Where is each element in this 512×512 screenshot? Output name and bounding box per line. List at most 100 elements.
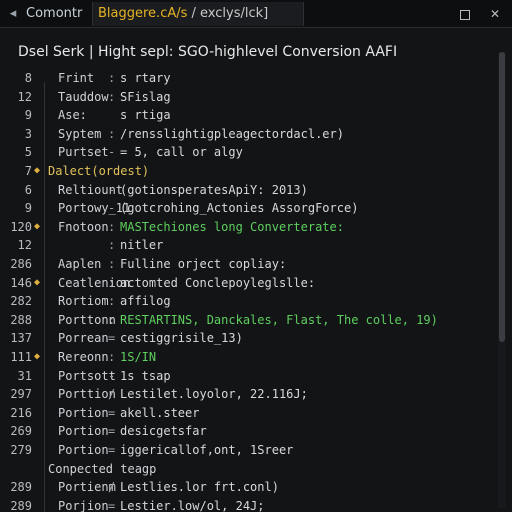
line-value: Lestilet.loyolor, 22.116J; [120, 387, 308, 402]
back-arrow-icon[interactable]: ◂ [4, 5, 22, 23]
line-number: 297 [10, 387, 32, 402]
line-value: affilog [120, 294, 171, 309]
code-line[interactable]: 297 Porttion / Lestilet.loyolor, 22.116J; [0, 384, 494, 404]
tab-label[interactable]: Comontr [26, 5, 82, 23]
line-value: cestiggrisile_13) [120, 331, 243, 346]
line-separator: : [108, 294, 116, 309]
code-editor[interactable]: 8 Frint: s rtary 12 Tauddow: SFislag 9 Ase: s rt… [0, 68, 494, 512]
line-separator: = [108, 424, 116, 439]
line-separator: / [108, 387, 116, 402]
line-number: 7 [24, 164, 32, 178]
line-separator: : [108, 219, 116, 234]
code-line[interactable]: 9 Portowy_11- (gotcrohing_Actonies AssorgF… [0, 198, 494, 218]
line-value: (gotcrohing_Actonies AssorgForce) [120, 201, 359, 216]
code-line[interactable]: 289 Portienm / Lestlies.lor frt.conl) [0, 477, 494, 497]
code-line[interactable]: 288 Porttonn: RESTARTINS, Danckales, Flast… [0, 310, 494, 330]
breadcrumb-rest[interactable]: / exclys/lck] [187, 6, 269, 21]
line-key: Rortiom [58, 294, 109, 309]
line-number: 111 [10, 350, 32, 364]
line-separator: = [108, 498, 116, 512]
line-separator: - [108, 368, 116, 383]
scrollbar-thumb[interactable] [499, 52, 505, 342]
line-value: s rtiga [120, 108, 171, 123]
line-number: 3 [24, 126, 32, 141]
fold-marker-icon[interactable]: ◆ [34, 161, 40, 181]
line-key: Portion [58, 443, 109, 457]
code-line[interactable]: 12 Tauddow: SFislag [0, 87, 494, 107]
maximize-icon[interactable] [456, 5, 474, 23]
line-number: 5 [24, 145, 32, 160]
code-line[interactable]: 282 Rortiom: affilog [0, 291, 494, 311]
line-number: 12 [17, 89, 32, 104]
line-key: Rereonn [58, 350, 109, 364]
line-separator: : [108, 257, 116, 271]
line-number: 282 [10, 294, 32, 309]
line-key: Conpected teagp [48, 461, 157, 476]
line-number: 279 [10, 443, 32, 457]
fold-marker-icon[interactable]: ◆ [34, 273, 40, 293]
line-separator: - [108, 201, 116, 216]
line-key: Fnotoon [58, 219, 109, 234]
code-line[interactable]: 5 Purtset - = 5, call or algy [0, 142, 494, 162]
vertical-scrollbar[interactable] [498, 52, 506, 508]
line-separator: = [108, 443, 116, 457]
line-value: akell.steer [120, 405, 200, 420]
line-number: 137 [10, 331, 32, 346]
line-value: nitler [120, 238, 164, 253]
code-line[interactable]: 137 Porrean = cestiggrisile_13) [0, 328, 494, 348]
line-number: 120 [10, 219, 32, 234]
code-line[interactable]: 120 ◆ Fnotoon: MASTechiones long Convertera… [0, 217, 494, 237]
line-value: /rensslightigpleagectordacl.er) [120, 126, 344, 141]
line-key: Portion [58, 405, 109, 420]
line-key: Porrean [58, 331, 109, 346]
code-line[interactable]: 286 Aaplen: Fulline orject copliay: [0, 254, 494, 274]
line-separator: : [108, 312, 116, 327]
code-line[interactable]: 216 Portion = akell.steer [0, 403, 494, 423]
line-key: Syptem [58, 126, 102, 141]
line-value: MASTechiones long Converterate: [120, 219, 344, 234]
code-line[interactable]: 12: nitler [0, 235, 494, 255]
code-line[interactable]: 8 Frint: s rtary [0, 68, 494, 88]
line-separator: = [108, 331, 116, 346]
line-value: RESTARTINS, Danckales, Flast, The colle,… [120, 312, 438, 327]
code-line[interactable]: 3 Syptem: /rensslightigpleagectordacl.er) [0, 124, 494, 144]
line-value: Lestier.low/ol, 24J; [120, 498, 265, 512]
line-number: 31 [17, 368, 32, 383]
code-line[interactable]: 289 Porjion = Lestier.low/ol, 24J; [0, 496, 494, 512]
close-icon[interactable]: ✕ [486, 5, 504, 23]
code-line[interactable]: 111 ◆ Rereonn:1S/IN [0, 347, 494, 367]
line-value: (gotionsperatesApiY: 2013) [120, 182, 308, 197]
line-separator: = [108, 405, 116, 420]
code-line[interactable]: 146 ◆ Ceatlenion: actomted Conclepoyleglsll… [0, 273, 494, 293]
line-key: Dalect(ordest) [48, 164, 150, 178]
line-separator: : [108, 71, 116, 85]
breadcrumb-path[interactable]: Blaggere.cA/s [98, 6, 187, 21]
line-number: 289 [10, 480, 32, 495]
line-number: 12 [17, 238, 32, 253]
breadcrumb: Blaggere.cA/s / exclys/lck] [98, 5, 268, 23]
line-key: Portion [58, 424, 109, 439]
line-separator: - [108, 145, 116, 160]
code-line[interactable]: 279 Portion = iggericallof,ont, 1Sreer [0, 440, 494, 460]
code-line[interactable]: 6 Reltiount - (gotionsperatesApiY: 2013) [0, 180, 494, 200]
fold-marker-icon[interactable]: ◆ [34, 217, 40, 237]
line-value: Fulline orject copliay: [120, 257, 287, 271]
line-value: = 5, call or algy [120, 145, 243, 160]
code-line[interactable]: 7 ◆ Dalect(ordest) [0, 161, 494, 181]
line-separator: : [108, 238, 116, 253]
line-number: 289 [10, 498, 32, 512]
line-value: iggericallof,ont, 1Sreer [120, 443, 294, 457]
code-line[interactable]: 31 Portsott -1s tsap [0, 366, 494, 386]
line-key: Porjion [58, 498, 109, 512]
fold-marker-icon[interactable]: ◆ [34, 347, 40, 367]
code-line[interactable]: 9 Ase: s rtiga [0, 105, 494, 125]
code-line[interactable]: Conpected teagp [0, 459, 494, 479]
code-line[interactable]: 269 Portion = desicgetsfar [0, 421, 494, 441]
line-separator: - [108, 182, 116, 197]
line-number: 6 [24, 182, 32, 197]
line-number: 269 [10, 424, 32, 439]
line-value: s rtary [120, 71, 171, 85]
line-number: 9 [24, 201, 32, 216]
line-separator: : [108, 89, 116, 104]
line-key: Frint [58, 71, 95, 85]
